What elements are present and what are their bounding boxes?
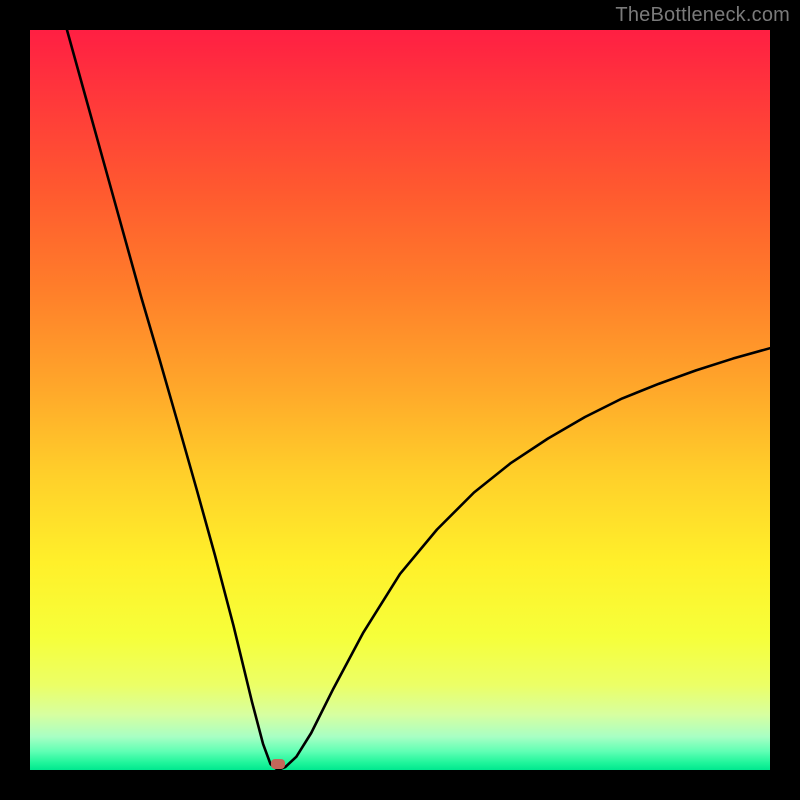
bottleneck-curve xyxy=(30,30,770,770)
chart-frame: TheBottleneck.com xyxy=(0,0,800,800)
plot-area xyxy=(30,30,770,770)
watermark-text: TheBottleneck.com xyxy=(615,4,790,27)
